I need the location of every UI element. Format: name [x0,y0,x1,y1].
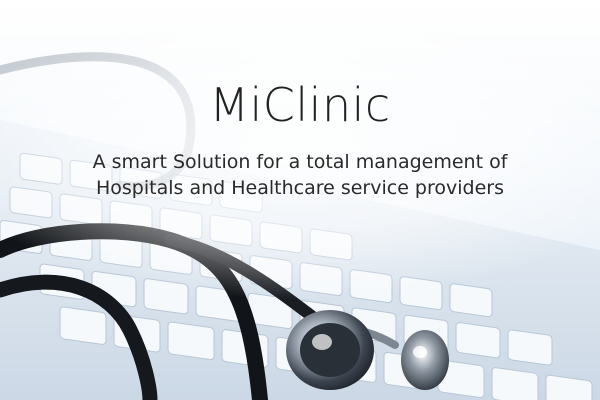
tagline: A smart Solution for a total management … [0,149,600,201]
tagline-line-2: Hospitals and Healthcare service provide… [95,177,504,199]
brand-title: MiClinic [209,78,391,132]
hero-banner: MiClinic A smart Solution for a total ma… [0,0,600,400]
tagline-line-1: A smart Solution for a total management … [92,151,508,173]
